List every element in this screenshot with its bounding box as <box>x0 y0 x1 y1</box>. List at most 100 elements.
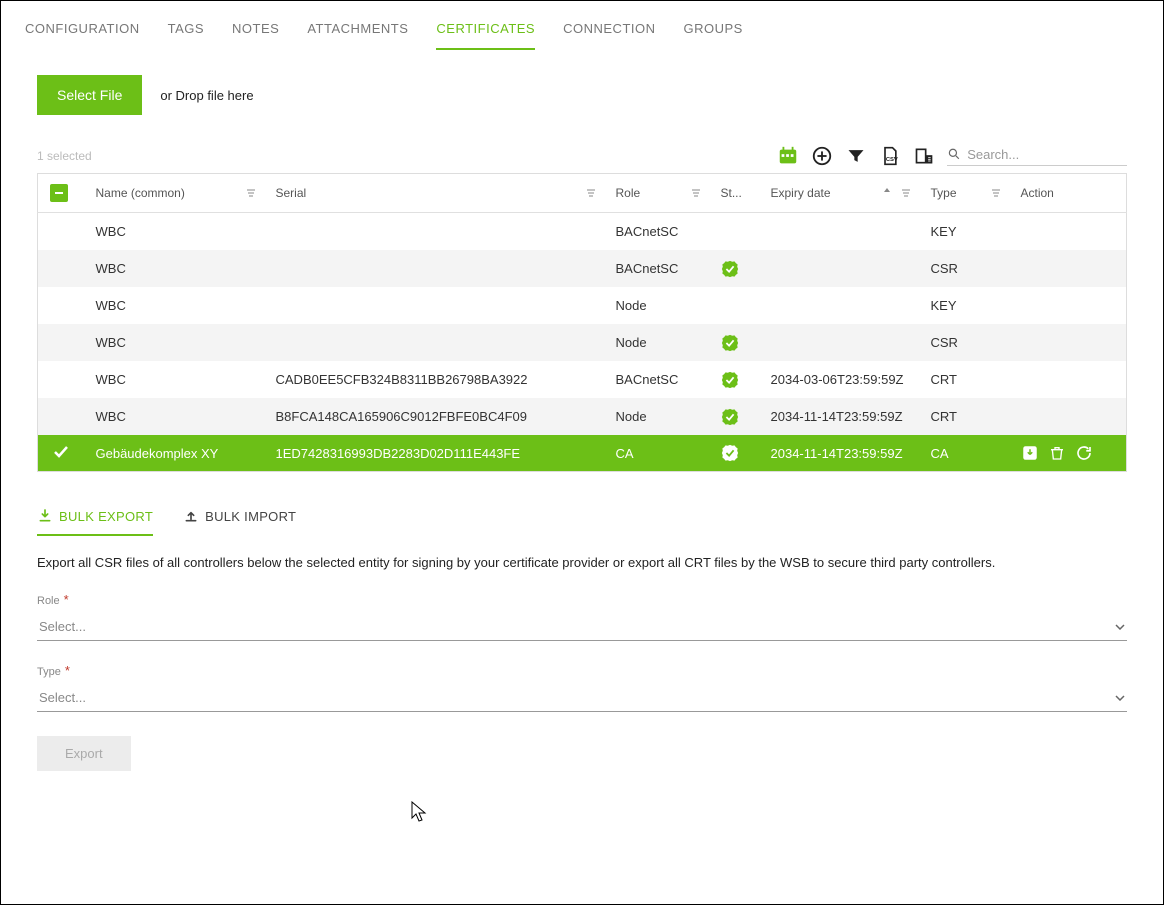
row-check-empty[interactable] <box>52 369 70 387</box>
cell-status <box>709 213 759 251</box>
status-ok-icon <box>721 444 739 462</box>
type-select[interactable]: Select... <box>37 682 1127 712</box>
cell-type: KEY <box>919 213 1009 251</box>
row-check-empty[interactable] <box>52 221 70 239</box>
select-file-button[interactable]: Select File <box>37 75 142 115</box>
search-input[interactable] <box>967 147 1127 162</box>
filter-role-icon[interactable] <box>691 188 701 198</box>
download-row-icon[interactable] <box>1021 444 1039 462</box>
upload-icon <box>183 508 199 524</box>
cell-action <box>1009 398 1127 435</box>
table-row[interactable]: WBCCADB0EE5CFB324B8311BB26798BA3922BACne… <box>38 361 1127 398</box>
cell-role: Node <box>604 324 709 361</box>
upload-area: Select File or Drop file here <box>37 75 1127 115</box>
status-ok-icon <box>721 334 739 352</box>
cell-expiry <box>759 213 919 251</box>
cursor-icon <box>411 801 427 823</box>
tab-groups[interactable]: GROUPS <box>684 13 743 50</box>
bulk-import-tab[interactable]: BULK IMPORT <box>183 500 296 536</box>
cell-expiry: 2034-11-14T23:59:59Z <box>759 398 919 435</box>
col-expiry[interactable]: Expiry date <box>771 186 831 200</box>
cell-expiry <box>759 287 919 324</box>
certificates-table: Name (common) Serial Role St... Expiry d… <box>37 173 1127 472</box>
cell-type: CRT <box>919 361 1009 398</box>
col-serial[interactable]: Serial <box>276 186 307 200</box>
table-row[interactable]: WBCNodeCSR <box>38 324 1127 361</box>
cell-status <box>709 361 759 398</box>
role-label: Role <box>37 595 60 607</box>
export-button[interactable]: Export <box>37 736 131 771</box>
bulk-export-tab[interactable]: BULK EXPORT <box>37 500 153 536</box>
chevron-down-icon <box>1115 624 1125 630</box>
status-ok-icon <box>721 408 739 426</box>
tab-tags[interactable]: TAGS <box>168 13 204 50</box>
cell-role: CA <box>604 435 709 472</box>
cell-type: CA <box>919 435 1009 472</box>
tab-configuration[interactable]: CONFIGURATION <box>25 13 140 50</box>
filter-icon[interactable] <box>845 145 867 167</box>
refresh-row-icon[interactable] <box>1075 444 1093 462</box>
delete-row-icon[interactable] <box>1049 444 1065 462</box>
cell-action <box>1009 361 1127 398</box>
selection-count: 1 selected <box>37 149 92 163</box>
type-label: Type <box>37 666 61 678</box>
cell-serial: 1ED7428316993DB2283D02D111E443FE <box>264 435 604 472</box>
select-all-checkbox[interactable] <box>50 184 68 202</box>
row-check-icon[interactable] <box>52 443 70 461</box>
tab-notes[interactable]: NOTES <box>232 13 279 50</box>
tab-certificates[interactable]: CERTIFICATES <box>436 13 535 50</box>
columns-icon[interactable] <box>913 145 935 167</box>
filter-serial-icon[interactable] <box>586 188 596 198</box>
table-row[interactable]: WBCBACnetSCKEY <box>38 213 1127 251</box>
cell-role: Node <box>604 287 709 324</box>
cell-type: CSR <box>919 250 1009 287</box>
table-row[interactable]: WBCNodeKEY <box>38 287 1127 324</box>
main-tabs: CONFIGURATION TAGS NOTES ATTACHMENTS CER… <box>1 1 1163 51</box>
cell-expiry <box>759 324 919 361</box>
document-csv-icon[interactable]: CSV <box>879 145 901 167</box>
type-select-placeholder: Select... <box>39 690 86 705</box>
role-select[interactable]: Select... <box>37 611 1127 641</box>
cell-serial <box>264 213 604 251</box>
row-check-empty[interactable] <box>52 258 70 276</box>
svg-text:CSV: CSV <box>886 157 898 163</box>
filter-type-icon[interactable] <box>991 188 1001 198</box>
tab-attachments[interactable]: ATTACHMENTS <box>307 13 408 50</box>
search-field[interactable] <box>947 146 1127 166</box>
table-toolbar: CSV <box>777 145 1127 167</box>
row-check-empty[interactable] <box>52 295 70 313</box>
status-ok-icon <box>721 260 739 278</box>
row-check-empty[interactable] <box>52 406 70 424</box>
drop-hint: or Drop file here <box>160 88 253 103</box>
add-icon[interactable] <box>811 145 833 167</box>
calendar-grid-icon[interactable] <box>777 145 799 167</box>
role-select-placeholder: Select... <box>39 619 86 634</box>
filter-name-icon[interactable] <box>246 188 256 198</box>
cell-action <box>1009 324 1127 361</box>
col-name[interactable]: Name (common) <box>96 186 185 200</box>
table-row[interactable]: WBCB8FCA148CA165906C9012FBFE0BC4F09Node 2… <box>38 398 1127 435</box>
cell-action <box>1009 213 1127 251</box>
col-role[interactable]: Role <box>616 186 641 200</box>
cell-serial: B8FCA148CA165906C9012FBFE0BC4F09 <box>264 398 604 435</box>
col-status[interactable]: St... <box>721 186 742 200</box>
chevron-down-icon <box>1115 695 1125 701</box>
cell-action <box>1009 287 1127 324</box>
cell-status <box>709 398 759 435</box>
cell-expiry <box>759 250 919 287</box>
cell-role: Node <box>604 398 709 435</box>
tab-connection[interactable]: CONNECTION <box>563 13 655 50</box>
cell-serial <box>264 324 604 361</box>
cell-status <box>709 435 759 472</box>
bulk-tabs: BULK EXPORT BULK IMPORT <box>37 500 1127 537</box>
sort-expiry-icon[interactable] <box>883 188 891 198</box>
bulk-export-label: BULK EXPORT <box>59 509 153 524</box>
row-check-empty[interactable] <box>52 332 70 350</box>
col-type[interactable]: Type <box>931 186 957 200</box>
filter-expiry-icon[interactable] <box>901 188 911 198</box>
table-row[interactable]: Gebäudekomplex XY1ED7428316993DB2283D02D… <box>38 435 1127 472</box>
download-icon <box>37 508 53 524</box>
table-row[interactable]: WBCBACnetSCCSR <box>38 250 1127 287</box>
cell-status <box>709 324 759 361</box>
cell-name: WBC <box>84 398 264 435</box>
